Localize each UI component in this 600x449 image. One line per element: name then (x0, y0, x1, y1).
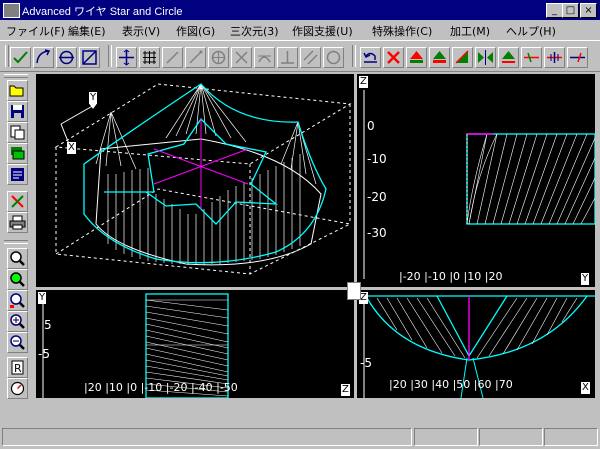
grid-button[interactable] (139, 47, 160, 68)
top-wire-lines (376, 297, 578, 359)
close-button[interactable]: × (580, 3, 597, 18)
snap-tangent-button[interactable] (254, 47, 275, 68)
front-bottom-ticks: |20 |10 |0 |-10 |-20 |-40 |-50 (84, 381, 238, 394)
isometric-drawing (54, 83, 352, 275)
zoom-fit-button[interactable] (7, 290, 28, 311)
save-as-button[interactable] (7, 122, 28, 143)
front-viewport[interactable]: Y 5 -5 |20 |10 |0 |-10 |-20 |-40 |-50 Z (36, 290, 354, 398)
rotate-view-button[interactable] (7, 378, 28, 399)
snap-intersection-button[interactable] (231, 47, 252, 68)
toolbar-grip (5, 45, 9, 67)
menu-file[interactable]: ファイル(F) (6, 23, 65, 39)
side-y-axis-label: Y (581, 273, 590, 285)
zoom-window-button[interactable] (7, 269, 28, 290)
menu-help[interactable]: ヘルプ(H) (506, 23, 556, 39)
side-viewport[interactable]: Z 0 -10 -20 -30 |-20 |-10 |0 |10 |20 Y (357, 74, 595, 287)
move-up-button[interactable] (406, 47, 427, 68)
front-tick-5: 5 (44, 318, 52, 332)
vtoolbar-separator (4, 240, 28, 244)
isometric-viewport[interactable]: Y X (36, 74, 354, 287)
save-button[interactable] (7, 101, 28, 122)
status-panel-3 (544, 428, 598, 446)
reset-view-button[interactable]: R (7, 357, 28, 378)
top-tick-neg5: -5 (360, 356, 372, 370)
delete-button[interactable] (383, 47, 404, 68)
print-button[interactable] (7, 212, 28, 233)
offset-center-button[interactable] (544, 47, 565, 68)
snap-center-button[interactable] (208, 47, 229, 68)
side-bottom-ticks: |-20 |-10 |0 |10 |20 (399, 270, 503, 283)
star-spikes (95, 83, 317, 185)
front-z-axis-label: Z (341, 384, 350, 396)
title-bar: Advanced ワイヤ Star and Circle _ □ × (0, 0, 600, 20)
top-x-axis-label: X (581, 382, 590, 394)
mirror-button[interactable] (475, 47, 496, 68)
window-title: Advanced ワイヤ Star and Circle (22, 6, 183, 18)
document-button[interactable] (7, 164, 28, 185)
menu-machining[interactable]: 加工(M) (450, 23, 490, 39)
circle-line-tool-button[interactable] (56, 47, 77, 68)
tilt-button[interactable] (452, 47, 473, 68)
offset-left-button[interactable] (521, 47, 542, 68)
vtoolbar-grip (4, 74, 28, 78)
iso-x-axis-label: X (67, 142, 76, 154)
status-message-panel (2, 428, 412, 446)
snap-circle-button[interactable] (323, 47, 344, 68)
snap-endpoint-button[interactable] (185, 47, 206, 68)
status-panel-2 (479, 428, 543, 446)
crosshair-move-button[interactable] (116, 47, 137, 68)
side-z-axis-label: Z (359, 76, 368, 88)
side-tick-30: -30 (367, 226, 387, 240)
side-wire-lines (466, 133, 595, 225)
menu-3d[interactable]: 三次元(3) (230, 23, 279, 39)
toolbar-separator (352, 45, 356, 67)
open-file-button[interactable] (7, 80, 28, 101)
menu-bar: ファイル(F) 編集(E) 表示(V) 作図(G) 三次元(3) 作図支援(U)… (0, 20, 600, 40)
side-tick-20: -20 (367, 190, 387, 204)
center-axes (153, 119, 249, 209)
menu-draw-assist[interactable]: 作図支援(U) (292, 23, 353, 39)
front-y-axis-label: Y (38, 292, 47, 304)
app-icon[interactable] (3, 3, 20, 18)
rect-diag-tool-button[interactable] (79, 47, 100, 68)
offset-right-button[interactable] (567, 47, 588, 68)
maximize-button[interactable]: □ (562, 3, 579, 18)
minimize-button[interactable]: _ (546, 3, 563, 18)
menu-draw[interactable]: 作図(G) (176, 23, 215, 39)
top-bottom-ticks: |20 |30 |40 |50 |60 |70 (389, 378, 513, 391)
snap-parallel-button[interactable] (300, 47, 321, 68)
side-drawing (363, 90, 595, 279)
snap-perpendicular-button[interactable] (277, 47, 298, 68)
side-tick-10: -10 (367, 152, 387, 166)
layer-button[interactable] (7, 143, 28, 164)
undo-button[interactable] (360, 47, 381, 68)
zoom-out-button[interactable] (7, 332, 28, 353)
side-tick-0: 0 (367, 119, 375, 133)
move-up-alt-button[interactable] (429, 47, 450, 68)
zoom-button[interactable] (7, 248, 28, 269)
raise-button[interactable] (498, 47, 519, 68)
front-tick-neg5: -5 (38, 347, 50, 361)
arc-tool-button[interactable] (33, 47, 54, 68)
status-panel-1 (414, 428, 478, 446)
cut-button[interactable] (7, 191, 28, 212)
menu-edit[interactable]: 編集(E) (68, 23, 106, 39)
status-bar (0, 426, 600, 449)
svg-text:R: R (14, 362, 22, 375)
toolbar-separator (108, 45, 112, 67)
top-viewport[interactable]: Z -5 |20 |30 |40 |50 |60 |70 X (357, 290, 595, 398)
menu-view[interactable]: 表示(V) (122, 23, 160, 39)
menu-special[interactable]: 特殊操作(C) (372, 23, 432, 39)
iso-y-axis-label: Y (89, 92, 98, 104)
snap-line-button[interactable] (162, 47, 183, 68)
splitter-handle[interactable] (347, 282, 361, 300)
check-tool-button[interactable] (10, 47, 31, 68)
zoom-in-button[interactable] (7, 311, 28, 332)
